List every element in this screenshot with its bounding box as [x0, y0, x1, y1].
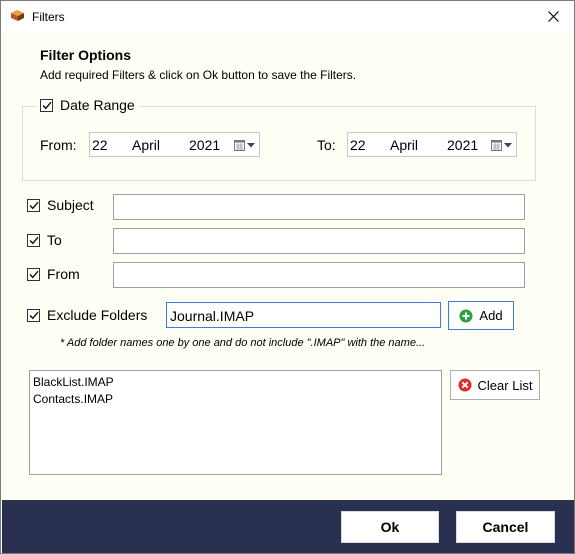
dialog-content: Filter Options Add required Filters & cl… — [2, 31, 574, 500]
subject-checkbox[interactable] — [27, 198, 40, 212]
to-checkbox[interactable] — [27, 233, 40, 247]
date-range-checkbox[interactable] — [40, 98, 53, 112]
calendar-icon — [234, 139, 245, 151]
check-icon — [29, 201, 39, 209]
app-icon — [11, 10, 24, 21]
window-title: Filters — [32, 10, 65, 24]
to-day: 22 — [350, 137, 366, 153]
list-item[interactable]: BlackList.IMAP — [30, 374, 441, 391]
cancel-button-label: Cancel — [482, 519, 529, 535]
from-label: From — [47, 266, 80, 282]
from-month: April — [132, 137, 161, 153]
from-day: 22 — [92, 137, 108, 153]
check-icon — [29, 270, 39, 278]
from-checkbox[interactable] — [27, 267, 40, 281]
subject-filter-toggle: Subject — [27, 197, 94, 213]
to-input[interactable] — [113, 228, 525, 254]
add-button-label: Add — [479, 308, 503, 323]
subject-label: Subject — [47, 197, 94, 213]
clear-list-label: Clear List — [477, 377, 533, 393]
plus-circle-icon — [459, 309, 473, 323]
close-button[interactable] — [540, 5, 566, 27]
from-date-label: From: — [40, 137, 77, 153]
filter-options-heading: Filter Options — [40, 47, 131, 63]
to-filter-toggle: To — [27, 232, 62, 248]
chevron-down-icon — [504, 142, 512, 147]
to-year: 2021 — [447, 137, 479, 153]
close-icon — [547, 10, 559, 22]
title-bar: Filters — [1, 1, 574, 31]
chevron-down-icon — [247, 142, 255, 147]
add-folder-button[interactable]: Add — [448, 301, 514, 330]
dialog-footer: Ok Cancel — [2, 500, 574, 553]
to-label: To — [47, 232, 62, 248]
from-input[interactable] — [113, 262, 525, 288]
clear-x-icon — [458, 378, 472, 392]
from-filter-toggle: From — [27, 266, 80, 282]
exclude-folder-input[interactable]: Journal.IMAP — [166, 302, 441, 328]
exclude-folder-input-value: Journal.IMAP — [170, 308, 255, 324]
to-calendar-dropdown[interactable] — [491, 139, 513, 151]
from-date-picker[interactable]: 22 April 2021 — [89, 132, 260, 157]
exclude-folders-toggle: Exclude Folders — [27, 307, 147, 323]
exclude-folders-checkbox[interactable] — [27, 308, 40, 322]
clear-list-button[interactable]: Clear List — [450, 370, 540, 400]
ok-button[interactable]: Ok — [341, 511, 439, 543]
to-date-label: To: — [317, 137, 336, 153]
to-date-picker[interactable]: 22 April 2021 — [347, 132, 517, 157]
ok-button-label: Ok — [380, 519, 400, 535]
check-icon — [29, 236, 39, 244]
subject-input[interactable] — [113, 194, 525, 220]
calendar-icon — [491, 139, 502, 151]
cancel-button[interactable]: Cancel — [456, 511, 555, 543]
check-icon — [29, 311, 39, 319]
filter-options-subtitle: Add required Filters & click on Ok butto… — [40, 68, 357, 82]
from-calendar-dropdown[interactable] — [234, 139, 256, 151]
check-icon — [42, 101, 52, 109]
from-year: 2021 — [189, 137, 221, 153]
exclude-folders-label: Exclude Folders — [47, 307, 148, 323]
list-item[interactable]: Contacts.IMAP — [30, 391, 441, 408]
exclude-folders-hint: * Add folder names one by one and do not… — [60, 337, 426, 349]
date-range-toggle: Date Range — [37, 97, 139, 113]
date-range-label: Date Range — [60, 97, 135, 113]
excluded-folders-list[interactable]: BlackList.IMAP Contacts.IMAP — [29, 370, 442, 475]
to-month: April — [390, 137, 419, 153]
filters-dialog: Filters Filter Options Add required Filt… — [0, 0, 575, 554]
